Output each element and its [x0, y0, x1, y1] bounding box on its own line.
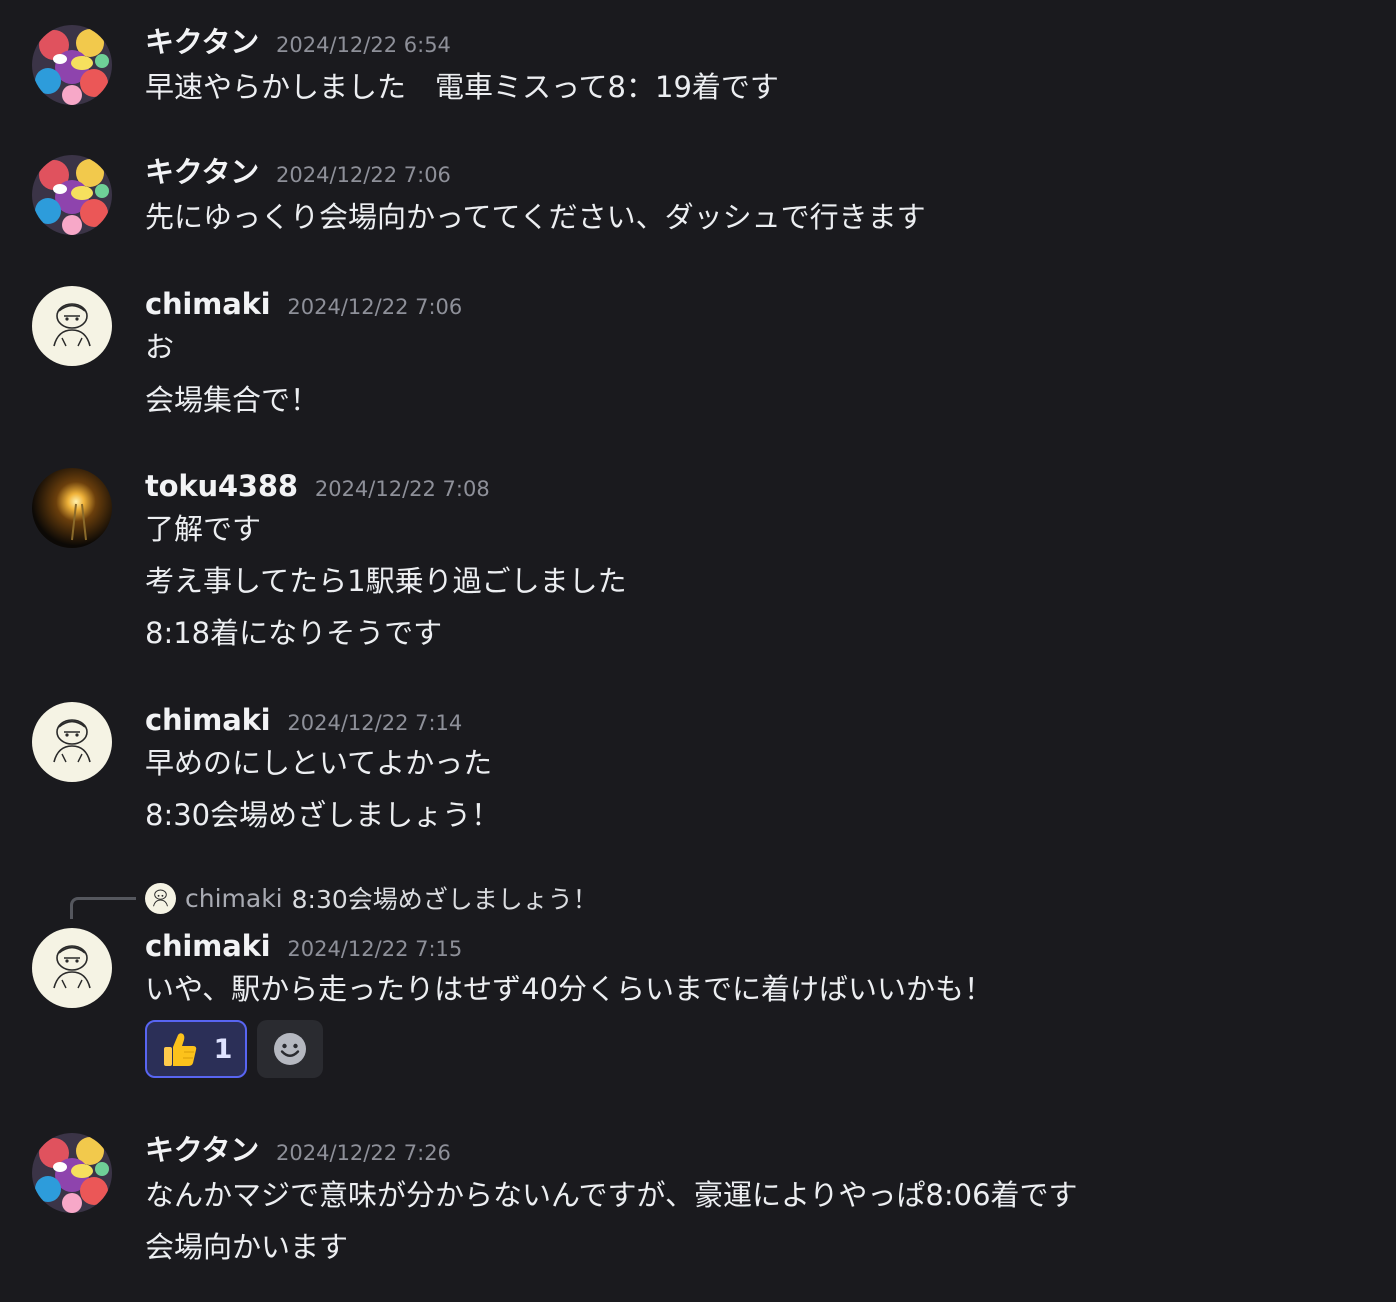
avatar-chimaki[interactable]: [32, 286, 112, 366]
message-text: 早めのにしといてよかった: [145, 746, 493, 780]
avatar-kikutan[interactable]: [32, 155, 112, 235]
reaction-count: 1: [213, 1033, 233, 1065]
timestamp[interactable]: 2024/12/22 7:06: [287, 287, 462, 327]
reply-avatar: [145, 882, 176, 914]
reply-text[interactable]: 8:30会場めざしましょう！: [292, 880, 598, 916]
timestamp[interactable]: 2024/12/22 7:15: [287, 929, 462, 969]
message-text: なんかマジで意味が分からないんですが、豪運によりやっぱ8:06着です: [145, 1178, 1078, 1212]
message-text: お: [145, 330, 175, 364]
message-text: 考え事してたら1駅乗り過ごしました: [145, 564, 627, 598]
timestamp[interactable]: 2024/12/22 6:54: [276, 25, 451, 65]
message-text: 早速やらかしました 電車ミスって8：19着です: [145, 70, 779, 104]
username[interactable]: chimaki: [145, 926, 271, 966]
username[interactable]: chimaki: [145, 700, 271, 740]
chimaki-avatar-icon: [32, 286, 112, 366]
add-reaction-button[interactable]: [257, 1020, 323, 1078]
reply-reference[interactable]: chimaki 8:30会場めざしましょう！: [145, 880, 598, 916]
timestamp[interactable]: 2024/12/22 7:14: [287, 703, 462, 743]
avatar-chimaki[interactable]: [32, 702, 112, 782]
username[interactable]: chimaki: [145, 284, 271, 324]
kikutan-avatar-icon: [32, 155, 112, 235]
reaction-thumbs-up[interactable]: 1: [145, 1020, 247, 1078]
message-text: 8:30会場めざしましょう！: [145, 798, 501, 832]
toku-avatar-icon: [32, 468, 112, 548]
message-text: 会場集合で！: [145, 383, 320, 417]
timestamp[interactable]: 2024/12/22 7:08: [315, 469, 490, 509]
message-text: 了解です: [145, 512, 262, 546]
chimaki-avatar-icon: [32, 702, 112, 782]
avatar-chimaki[interactable]: [32, 928, 112, 1008]
thumbs-up-icon: [163, 1033, 196, 1066]
username[interactable]: キクタン: [145, 1130, 259, 1170]
message-text: 8:18着になりそうです: [145, 616, 443, 650]
smiley-icon: [274, 1033, 306, 1065]
username[interactable]: toku4388: [145, 466, 298, 506]
kikutan-avatar-icon: [32, 25, 112, 105]
kikutan-avatar-icon: [32, 1133, 112, 1213]
message-text: 先にゆっくり会場向かっててください、ダッシュで行きます: [145, 200, 926, 234]
message-text: 会場向かいます: [145, 1230, 349, 1264]
message-text: いや、駅から走ったりはせず40分くらいまでに着けばいいかも！: [145, 972, 994, 1006]
username[interactable]: キクタン: [145, 152, 259, 192]
chimaki-avatar-icon: [32, 928, 112, 1008]
timestamp[interactable]: 2024/12/22 7:26: [276, 1133, 451, 1173]
reply-connector: [70, 897, 136, 919]
username[interactable]: キクタン: [145, 22, 259, 62]
reactions: 1: [145, 1020, 323, 1078]
avatar-toku[interactable]: [32, 468, 112, 548]
reply-author[interactable]: chimaki: [185, 884, 283, 913]
chimaki-avatar-icon: [145, 882, 176, 914]
avatar-kikutan[interactable]: [32, 1133, 112, 1213]
timestamp[interactable]: 2024/12/22 7:06: [276, 155, 451, 195]
avatar-kikutan[interactable]: [32, 25, 112, 105]
